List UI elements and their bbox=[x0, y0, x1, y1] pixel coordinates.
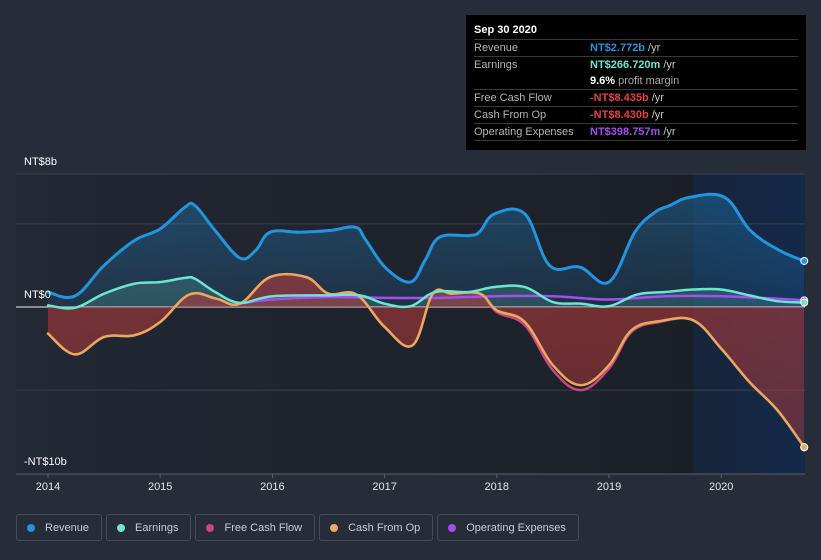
revenue-end-marker bbox=[800, 256, 809, 265]
tooltip-value: NT$266.720m bbox=[590, 59, 661, 71]
tooltip-label-empty bbox=[474, 73, 590, 89]
operating-expenses-dot-icon bbox=[448, 523, 457, 532]
legend-item-earnings[interactable]: Earnings bbox=[106, 514, 192, 541]
y-tick-label-zero: NT$0 bbox=[24, 289, 51, 301]
tooltip-row-profit-margin: 9.6% profit margin bbox=[474, 73, 798, 90]
tooltip-unit: /yr bbox=[663, 126, 676, 138]
cash-from-op-dot-icon bbox=[330, 523, 339, 532]
tooltip-label: Cash From Op bbox=[474, 109, 547, 121]
free-cash-flow-dot-icon bbox=[206, 523, 215, 532]
tooltip-date: Sep 30 2020 bbox=[474, 21, 798, 40]
tooltip-value: -NT$8.435b bbox=[590, 92, 649, 104]
x-tick-label: 2019 bbox=[596, 481, 622, 493]
tooltip-value: 9.6% bbox=[590, 75, 616, 87]
tooltip-row-operating-expenses: Operating Expenses NT$398.757m/yr bbox=[474, 124, 798, 141]
legend-label: Revenue bbox=[45, 521, 90, 534]
tooltip-unit: /yr bbox=[648, 42, 661, 54]
tooltip-row-cash-from-op: Cash From Op -NT$8.430b/yr bbox=[474, 107, 798, 124]
x-tick-label: 2015 bbox=[147, 481, 173, 493]
tooltip-unit: /yr bbox=[663, 59, 676, 71]
legend-label: Cash From Op bbox=[348, 521, 421, 534]
x-tick-label: 2018 bbox=[484, 481, 510, 493]
tooltip-row-earnings: Earnings NT$266.720m/yr bbox=[474, 57, 798, 73]
tooltip-value: NT$2.772b bbox=[590, 42, 646, 54]
revenue-dot-icon bbox=[27, 523, 35, 532]
tooltip: Sep 30 2020 Revenue NT$2.772b/yr Earning… bbox=[466, 15, 806, 150]
earnings-dot-icon bbox=[117, 523, 126, 532]
legend-item-operating-expenses[interactable]: Operating Expenses bbox=[437, 514, 579, 541]
x-tick-label: 2020 bbox=[708, 481, 734, 493]
legend-label: Earnings bbox=[135, 521, 179, 534]
y-tick-label-bottom: -NT$10b bbox=[24, 456, 67, 468]
tooltip-unit: /yr bbox=[651, 92, 664, 104]
y-tick-label-top: NT$8b bbox=[24, 156, 58, 168]
legend: Revenue Earnings Free Cash Flow Cash Fro… bbox=[16, 514, 579, 541]
tooltip-label: Operating Expenses bbox=[474, 126, 574, 138]
x-tick-label: 2017 bbox=[372, 481, 397, 493]
x-tick-label: 2014 bbox=[35, 481, 61, 493]
tooltip-unit: profit margin bbox=[618, 75, 680, 87]
cash-from-op-end-marker bbox=[800, 443, 809, 452]
tooltip-label: Free Cash Flow bbox=[474, 92, 552, 104]
tooltip-unit: /yr bbox=[651, 109, 664, 121]
tooltip-row-revenue: Revenue NT$2.772b/yr bbox=[474, 40, 798, 57]
tooltip-label: Earnings bbox=[474, 59, 518, 71]
tooltip-label: Revenue bbox=[474, 42, 519, 54]
legend-item-revenue[interactable]: Revenue bbox=[16, 514, 103, 541]
legend-item-cash-from-op[interactable]: Cash From Op bbox=[319, 514, 434, 541]
tooltip-value: NT$398.757m bbox=[590, 126, 661, 138]
tooltip-value: -NT$8.430b bbox=[590, 109, 649, 121]
legend-item-free-cash-flow[interactable]: Free Cash Flow bbox=[195, 514, 316, 541]
earnings-end-marker bbox=[800, 298, 809, 307]
x-tick-label: 2016 bbox=[260, 481, 285, 493]
legend-label: Operating Expenses bbox=[466, 521, 566, 534]
tooltip-row-free-cash-flow: Free Cash Flow -NT$8.435b/yr bbox=[474, 90, 798, 107]
legend-label: Free Cash Flow bbox=[224, 521, 303, 534]
